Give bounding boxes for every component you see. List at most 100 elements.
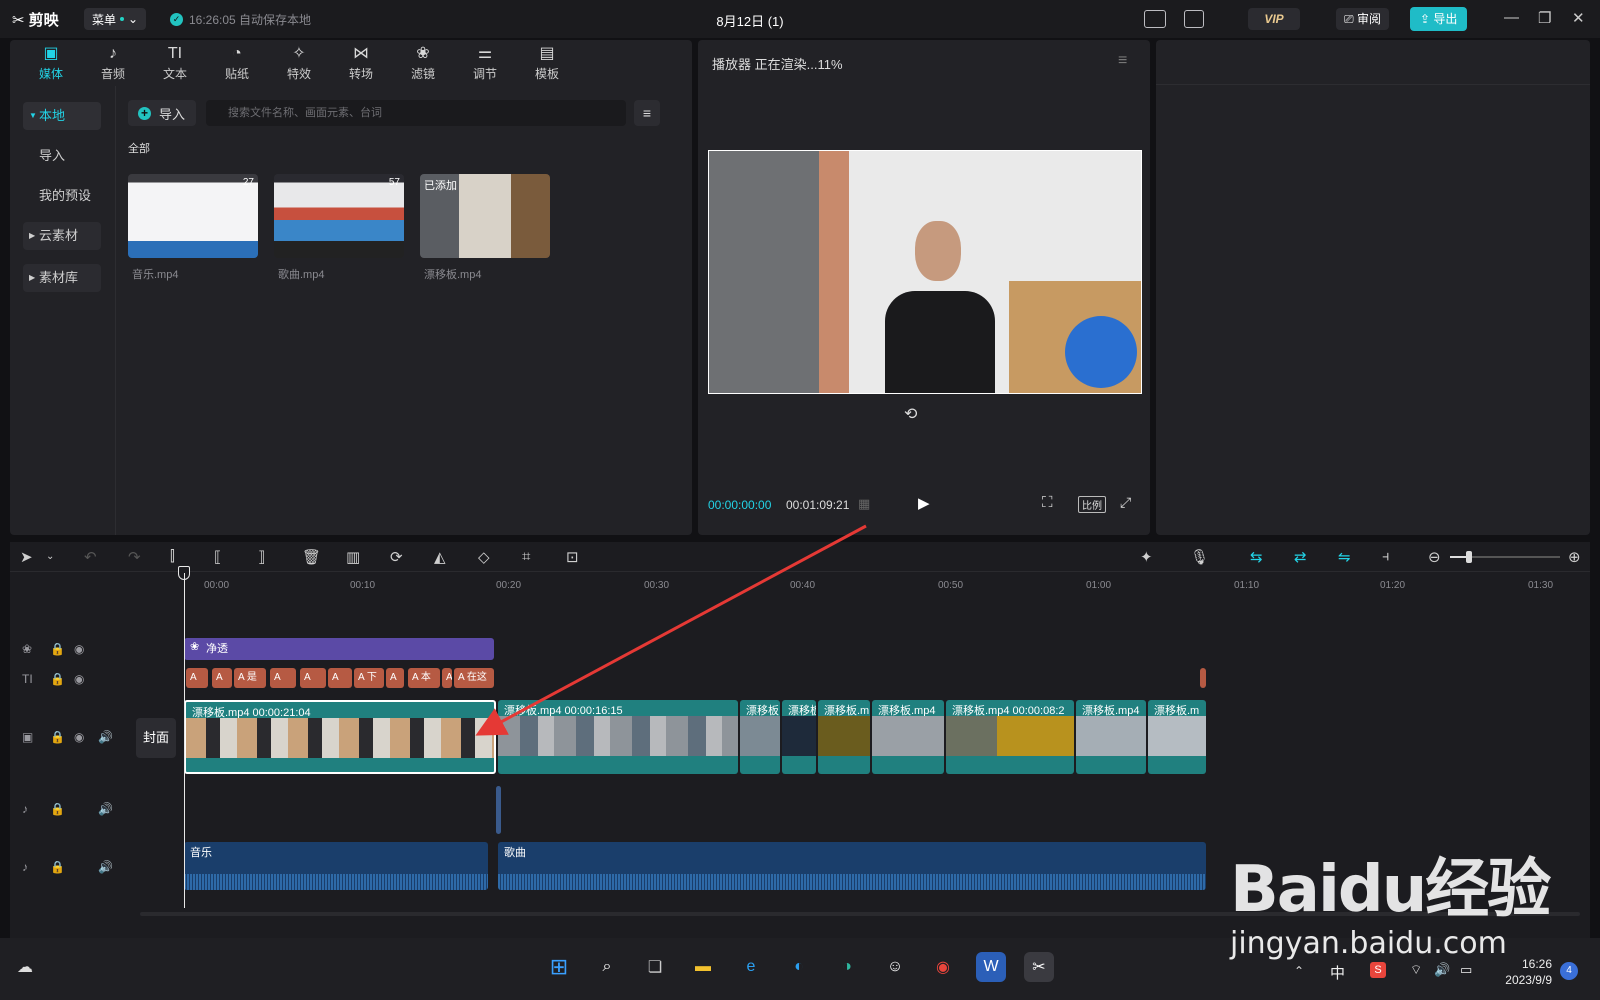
fullscreen-icon[interactable]: ⤢ (1120, 494, 1131, 511)
review-button[interactable]: ⎚ 审阅 (1336, 8, 1389, 30)
video-clip[interactable]: 漂移板.m (818, 700, 870, 774)
rotate-icon[interactable]: ⟲ (904, 404, 917, 424)
capcut-icon[interactable]: ✂ (1024, 952, 1054, 982)
delete-icon[interactable]: 🗑 (302, 548, 321, 566)
split-right-icon[interactable]: ⟧ (258, 548, 265, 566)
crop-icon[interactable]: ⌗ (522, 548, 530, 565)
split-left-icon[interactable]: ⟦ (214, 548, 221, 566)
keyboard-icon[interactable] (1144, 10, 1166, 28)
zoom-slider[interactable] (1450, 551, 1560, 563)
volume-icon[interactable]: 🔊 (1434, 962, 1450, 978)
wifi-icon[interactable]: ⌔ (1410, 962, 1422, 978)
ai-magic-icon[interactable]: ✦ (1140, 548, 1153, 566)
vip-badge[interactable]: VIP (1248, 8, 1300, 30)
video-clip[interactable]: 漂移板. (740, 700, 780, 774)
media-item[interactable]: 27 音乐.mp4 (128, 174, 258, 284)
playhead[interactable] (184, 573, 185, 908)
sidebar-item-library[interactable]: ▶ 素材库 (23, 264, 101, 292)
sogou-icon[interactable]: S (1370, 962, 1386, 978)
task-view-icon[interactable]: ❏ (640, 952, 670, 982)
audio-marker[interactable] (496, 786, 501, 834)
text-clip[interactable]: A (186, 668, 208, 688)
text-clip[interactable]: A 在这 (454, 668, 494, 688)
split-icon[interactable]: ⫿ (170, 548, 175, 565)
cover-button[interactable]: 封面 (136, 718, 176, 758)
media-item[interactable]: 57 歌曲.mp4 (274, 174, 404, 284)
select-cursor-icon[interactable]: ➤ (20, 548, 33, 566)
grid-icon[interactable]: ▦ (858, 496, 870, 512)
lock-icon[interactable]: 🔒 (50, 802, 65, 816)
export-button[interactable]: ⇪ 导出 (1410, 7, 1468, 31)
tab-media[interactable]: ▣ 媒体 (20, 40, 82, 86)
sidebar-item-cloud[interactable]: ▶ 云素材 (23, 222, 101, 250)
import-button[interactable]: + 导入 (128, 100, 196, 126)
sidebar-item-local[interactable]: ▼ 本地 (23, 102, 101, 130)
lock-icon[interactable]: 🔒 (50, 642, 65, 656)
tab-effects[interactable]: ✧ 特效 (268, 40, 330, 86)
video-clip[interactable]: 漂移板.mp4 00:00:16:15 (498, 700, 738, 774)
browser-icon[interactable]: ◐ (784, 952, 814, 982)
video-clip[interactable]: 漂移板.mp4 00:00:08:2 (946, 700, 1074, 774)
microphone-icon[interactable]: 🎙 (1190, 548, 1209, 566)
mirror-icon[interactable]: ◭ (434, 548, 446, 566)
ime-indicator[interactable]: 中 (1330, 962, 1345, 983)
text-clip[interactable]: A (212, 668, 232, 688)
audio-clip[interactable]: 音乐 (184, 842, 488, 890)
main-track-magnet-icon[interactable]: ⇆ (1250, 548, 1263, 566)
undo-icon[interactable]: ↶ (84, 548, 97, 566)
lock-icon[interactable]: 🔒 (50, 730, 65, 744)
speaker-icon[interactable]: 🔊 (98, 802, 113, 816)
tab-transition[interactable]: ⋈ 转场 (330, 40, 392, 86)
text-clip-end-marker[interactable] (1200, 668, 1206, 688)
video-preview[interactable] (708, 150, 1142, 394)
sidebar-item-import[interactable]: 导入 (23, 142, 101, 170)
auto-snap-icon[interactable]: ⇄ (1294, 548, 1307, 566)
eye-icon[interactable]: ◉ (74, 672, 84, 686)
text-clip[interactable]: A (300, 668, 326, 688)
tab-audio[interactable]: ♪ 音频 (82, 40, 144, 86)
reverse-icon[interactable]: ⟳ (390, 548, 403, 566)
text-clip[interactable]: A (386, 668, 404, 688)
audio-clip[interactable]: 歌曲 (498, 842, 1206, 890)
menu-button[interactable]: 菜单 ⌄ (84, 8, 147, 30)
sidebar-item-presets[interactable]: 我的预设 (23, 182, 101, 210)
text-clip[interactable]: A 下 (354, 668, 384, 688)
minimize-icon[interactable]: — (1504, 9, 1519, 26)
rotate-tool-icon[interactable]: ◇ (478, 548, 490, 566)
chevron-down-icon[interactable]: ⌄ (46, 551, 54, 562)
qq-icon[interactable]: ☺ (880, 952, 910, 982)
weather-icon[interactable]: ☁ (10, 952, 40, 982)
time-ruler[interactable]: 00:00 00:10 00:20 00:30 00:40 00:50 01:0… (130, 572, 1590, 600)
video-clip[interactable]: 漂移板.m (1148, 700, 1206, 774)
close-icon[interactable]: ✕ (1572, 9, 1585, 27)
edge-beta-icon[interactable]: ◑ (832, 952, 862, 982)
redo-icon[interactable]: ↷ (128, 548, 141, 566)
tab-template[interactable]: ▤ 模板 (516, 40, 578, 86)
tab-sticker[interactable]: ◔ 贴纸 (206, 40, 268, 86)
tab-filter[interactable]: ❀ 滤镜 (392, 40, 454, 86)
freeze-icon[interactable]: ▥ (346, 548, 360, 566)
chevron-up-icon[interactable]: ⌃ (1294, 964, 1304, 978)
text-clip[interactable]: A 是 (234, 668, 266, 688)
speaker-icon[interactable]: 🔊 (98, 860, 113, 874)
video-clip[interactable]: 漂移板.mp4 (872, 700, 944, 774)
text-clip[interactable]: A (328, 668, 352, 688)
search-input[interactable]: 搜索文件名称、画面元素、台词 (206, 100, 626, 126)
eye-icon[interactable]: ◉ (74, 730, 84, 744)
zoom-in-icon[interactable]: ⊕ (1568, 548, 1581, 566)
linkage-icon[interactable]: ⇋ (1338, 548, 1351, 566)
text-clip[interactable]: A 本 (408, 668, 440, 688)
zoom-slider-handle[interactable] (1466, 551, 1472, 563)
preview-axis-icon[interactable]: ⫞ (1382, 548, 1390, 565)
fit-screen-icon[interactable]: ⛶ (1042, 494, 1053, 511)
text-clip[interactable]: A (442, 668, 452, 688)
battery-icon[interactable]: ▭ (1460, 962, 1472, 978)
tab-adjust[interactable]: ⚌ 调节 (454, 40, 516, 86)
ratio-button[interactable]: 比例 (1078, 496, 1106, 513)
file-explorer-icon[interactable]: ▬ (688, 952, 718, 982)
list-view-icon[interactable]: ≡ (634, 100, 660, 126)
edge-icon[interactable]: e (736, 952, 766, 982)
layout-icon[interactable] (1184, 10, 1204, 28)
zoom-out-icon[interactable]: ⊖ (1428, 548, 1441, 566)
restore-icon[interactable]: ❐ (1538, 9, 1551, 27)
